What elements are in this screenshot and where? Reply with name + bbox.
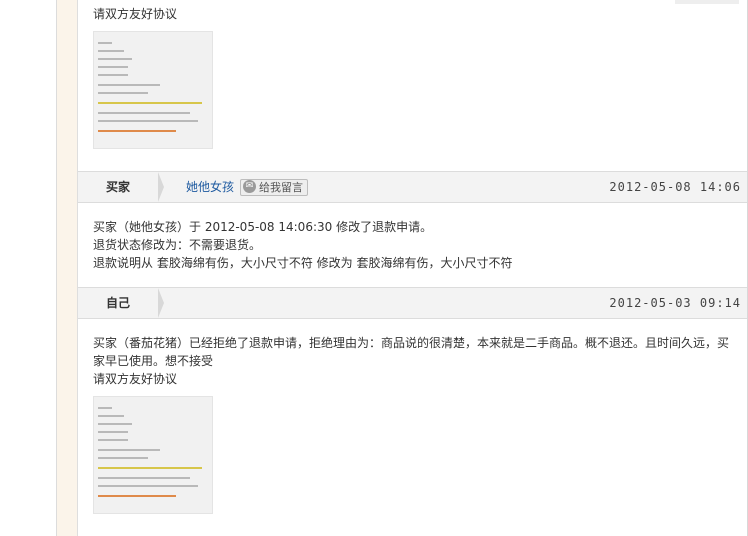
entry-1-text-line: 退款说明从 套胶海绵有伤，大小尺寸不符 修改为 套胶海绵有伤，大小尺寸不符 (93, 256, 513, 270)
entry-header: 买家 她他女孩 ✉ 给我留言 2012-05-08 14:06 (78, 171, 747, 203)
role-label: 自己 (105, 296, 130, 310)
timestamp: 2012-05-08 14:06 (609, 180, 741, 194)
entry-2-text-line: 请双方友好协议 (93, 372, 178, 386)
entry-header: 自己 2012-05-03 09:14 (78, 287, 747, 319)
timestamp: 2012-05-03 09:14 (609, 296, 741, 310)
entry-0-text-line: 请双方友好协议 (93, 7, 178, 21)
partial-image (675, 0, 739, 4)
refund-history: 请双方友好协议 买家 她他女孩 ✉ 给我留言 2012-05-08 14:06 … (78, 0, 747, 536)
evidence-thumbnail[interactable] (93, 396, 213, 514)
left-margin (0, 0, 57, 536)
leave-message-button[interactable]: ✉ 给我留言 (240, 179, 308, 196)
entry-2-text-line: 买家（番茄花猪）已经拒绝了退款申请，拒绝理由为：商品说的很清楚，本来就是二手商品… (93, 336, 730, 350)
left-gutter (57, 0, 78, 536)
entry-1-text-line: 买家（她他女孩）于 2012-05-08 14:06:30 修改了退款申请。 (93, 220, 433, 234)
entry-2-text-line: 家早已使用。想不接受 (93, 354, 214, 368)
message-icon: ✉ (243, 180, 256, 193)
role-separator (158, 288, 164, 318)
role-separator (158, 172, 164, 202)
entry-1-text-line: 退货状态修改为：不需要退货。 (93, 238, 262, 252)
buyer-name-link[interactable]: 她他女孩 (186, 172, 234, 202)
role-label: 买家 (105, 180, 130, 194)
evidence-thumbnail[interactable] (93, 31, 213, 149)
leave-message-label: 给我留言 (259, 181, 303, 194)
